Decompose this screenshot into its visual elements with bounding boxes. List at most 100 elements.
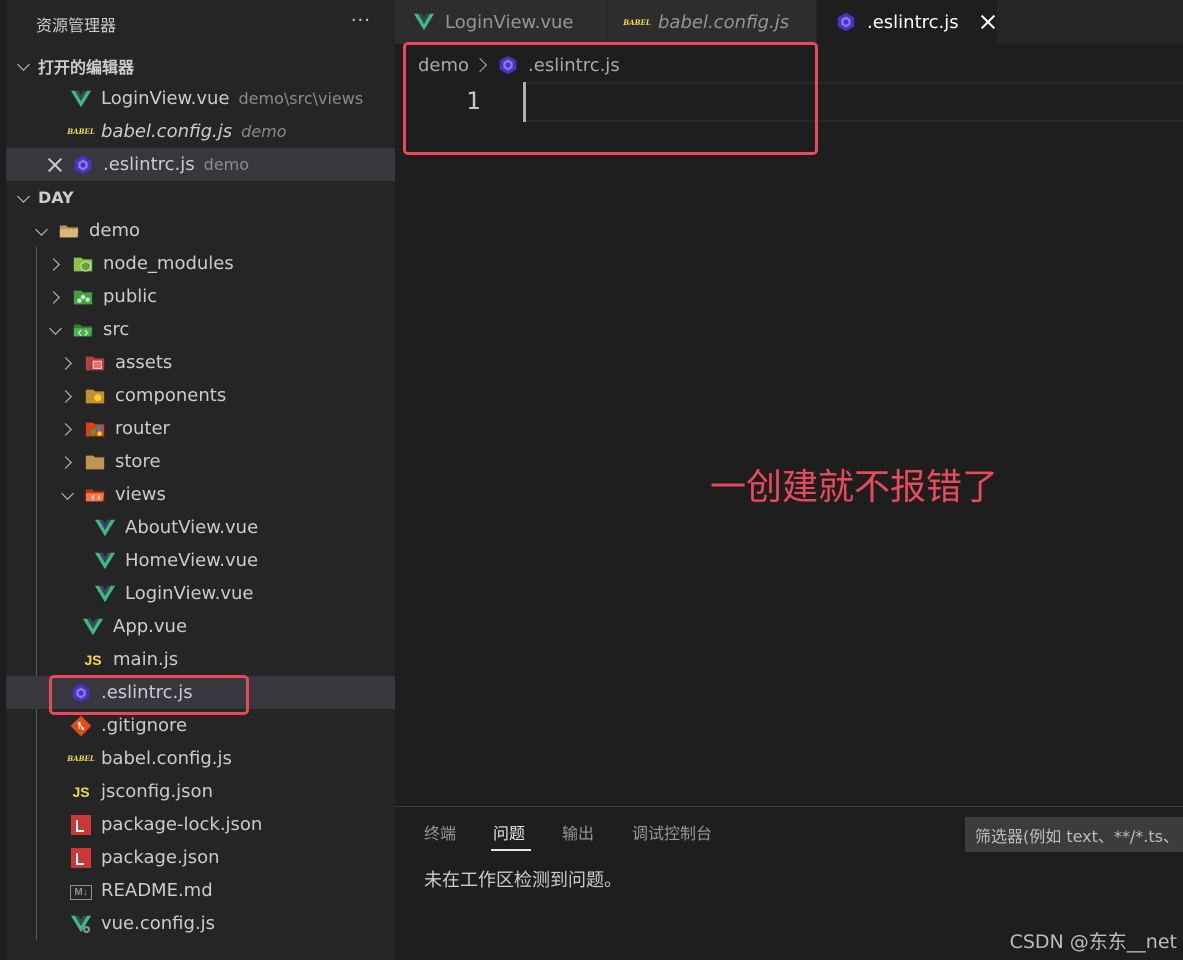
- tree-item-label: .gitignore: [101, 715, 188, 736]
- tree-item-src[interactable]: src: [6, 313, 395, 346]
- tree-item-label: components: [115, 385, 227, 406]
- tree-item-label: package-lock.json: [101, 814, 263, 835]
- chevron-down-icon: [34, 224, 48, 238]
- chevron-right-icon: [60, 389, 74, 403]
- open-editors-label: 打开的编辑器: [38, 57, 135, 77]
- eslint-icon: [72, 154, 94, 176]
- tree-item-main[interactable]: JS main.js: [6, 643, 395, 676]
- public-folder-icon: [72, 286, 94, 308]
- tree-item-label: package.json: [101, 847, 220, 868]
- npm-icon: [71, 847, 91, 868]
- tab-loginview[interactable]: LoginView.vue: [395, 0, 608, 44]
- tree-item-loginview[interactable]: LoginView.vue: [6, 577, 395, 610]
- open-editor-name: babel.config.js: [101, 121, 233, 142]
- ellipsis-icon[interactable]: ···: [351, 10, 371, 31]
- vue-config-icon: [70, 913, 92, 935]
- open-editors-section[interactable]: 打开的编辑器: [6, 49, 395, 82]
- tree-item-label: store: [115, 451, 161, 472]
- open-editor-path: demo: [241, 122, 287, 141]
- vue-icon: [70, 88, 92, 110]
- open-editor-name: .eslintrc.js: [103, 154, 195, 175]
- tree-item-aboutview[interactable]: AboutView.vue: [6, 511, 395, 544]
- tab-label: .eslintrc.js: [867, 11, 959, 33]
- tree-item-label: App.vue: [113, 616, 188, 637]
- babel-icon: BABEL: [623, 17, 651, 27]
- panel-tab-terminal[interactable]: 终端: [424, 820, 456, 844]
- chevron-right-icon: [60, 356, 74, 370]
- workspace-section[interactable]: DAY: [6, 181, 395, 214]
- tab-babel-config[interactable]: BABEL babel.config.js: [608, 0, 817, 44]
- open-editor-path: demo: [203, 155, 250, 174]
- tree-item-assets[interactable]: assets: [6, 346, 395, 379]
- chevron-down-icon: [16, 59, 30, 73]
- chevron-down-icon: [16, 191, 30, 205]
- components-folder-icon: [84, 385, 106, 407]
- tree-item-package[interactable]: package.json: [6, 841, 395, 874]
- tree-item-store[interactable]: store: [6, 445, 395, 478]
- git-icon: [70, 715, 92, 737]
- explorer-title: 资源管理器: [36, 16, 117, 35]
- tree-item-label: demo: [89, 220, 141, 241]
- tree-item-label: public: [103, 286, 158, 307]
- editor-tab-bar: LoginView.vue BABEL babel.config.js .esl…: [395, 0, 1183, 44]
- tree-item-components[interactable]: components: [6, 379, 395, 412]
- jsconfig-icon: JS: [72, 783, 90, 800]
- tree-item-label: LoginView.vue: [125, 583, 254, 604]
- tree-item-homeview[interactable]: HomeView.vue: [6, 544, 395, 577]
- tree-item-public[interactable]: public: [6, 280, 395, 313]
- tab-eslintrc[interactable]: .eslintrc.js: [817, 0, 998, 44]
- vue-icon: [82, 616, 104, 638]
- tree-item-label: vue.config.js: [101, 913, 216, 934]
- tree-item-label: AboutView.vue: [125, 517, 259, 538]
- vue-icon: [413, 11, 435, 33]
- tree-item-jsconfig[interactable]: JS jsconfig.json: [6, 775, 395, 808]
- vue-icon: [94, 583, 116, 605]
- router-folder-icon: [84, 418, 106, 440]
- problems-filter-input[interactable]: 筛选器(例如 text、**/*.ts、: [965, 817, 1183, 852]
- tree-item-vue-config[interactable]: vue.config.js: [6, 907, 395, 940]
- tree-item-label: views: [115, 484, 166, 505]
- close-icon[interactable]: [46, 156, 64, 174]
- vue-icon: [94, 517, 116, 539]
- tree-item-label: main.js: [113, 649, 179, 670]
- babel-icon: BABEL: [67, 127, 95, 136]
- panel-tab-problems[interactable]: 问题: [493, 820, 525, 844]
- markdown-icon: M↓: [70, 885, 92, 900]
- tree-item-babel-config[interactable]: BABEL babel.config.js: [6, 742, 395, 775]
- vue-icon: [94, 550, 116, 572]
- tab-label: LoginView.vue: [445, 11, 574, 33]
- editor-highlight-box: [403, 42, 818, 155]
- chevron-right-icon: [48, 290, 62, 304]
- filter-placeholder: 筛选器(例如 text、**/*.ts、: [975, 826, 1179, 846]
- open-editor-item[interactable]: .eslintrc.js demo: [6, 148, 395, 181]
- watermark: CSDN @东东__net: [1009, 931, 1177, 953]
- open-editor-path: demo\src\views: [238, 89, 364, 108]
- open-editor-item[interactable]: BABEL babel.config.js demo: [6, 115, 395, 148]
- tree-item-router[interactable]: router: [6, 412, 395, 445]
- explorer-header: 资源管理器: [6, 0, 395, 48]
- tree-item-app[interactable]: App.vue: [6, 610, 395, 643]
- tree-item-label: src: [103, 319, 130, 340]
- panel-tab-output[interactable]: 输出: [562, 820, 594, 844]
- tree-item-views[interactable]: views: [6, 478, 395, 511]
- sidebar-highlight-box: [49, 675, 249, 715]
- explorer-sidebar: 资源管理器 ··· 打开的编辑器 LoginView.vue demo\src\…: [0, 0, 395, 960]
- open-editor-item[interactable]: LoginView.vue demo\src\views: [6, 82, 395, 115]
- eslint-icon: [835, 11, 857, 33]
- problems-message: 未在工作区检测到问题。: [424, 870, 622, 891]
- assets-folder-icon: [84, 352, 106, 374]
- close-icon[interactable]: [979, 13, 997, 31]
- npm-icon: [71, 814, 91, 835]
- workspace-label: DAY: [38, 188, 74, 207]
- src-folder-icon: [72, 319, 94, 341]
- chevron-right-icon: [60, 422, 74, 436]
- tree-item-demo[interactable]: demo: [6, 214, 395, 247]
- tree-item-label: HomeView.vue: [125, 550, 259, 571]
- chevron-right-icon: [48, 257, 62, 271]
- tree-item-readme[interactable]: M↓ README.md: [6, 874, 395, 907]
- chevron-down-icon: [48, 323, 62, 337]
- panel-tab-debug-console[interactable]: 调试控制台: [632, 820, 712, 844]
- folder-open-icon: [58, 220, 80, 242]
- tree-item-package-lock[interactable]: package-lock.json: [6, 808, 395, 841]
- tree-item-node-modules[interactable]: node_modules: [6, 247, 395, 280]
